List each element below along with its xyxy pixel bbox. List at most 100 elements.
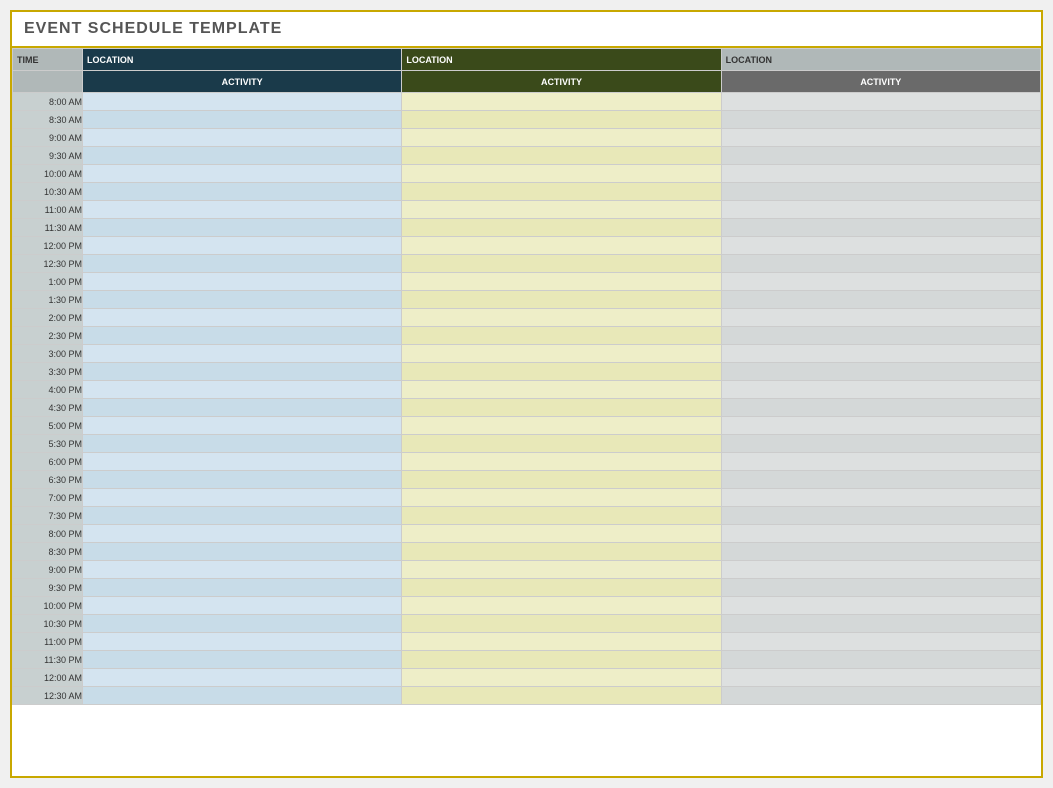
activity-cell-1[interactable]: [83, 417, 402, 435]
activity-cell-1[interactable]: [83, 345, 402, 363]
activity-cell-3[interactable]: [721, 309, 1040, 327]
activity-cell-3[interactable]: [721, 165, 1040, 183]
activity-cell-2[interactable]: [402, 111, 721, 129]
activity-cell-3[interactable]: [721, 561, 1040, 579]
activity-cell-2[interactable]: [402, 633, 721, 651]
activity-cell-2[interactable]: [402, 129, 721, 147]
activity-cell-2[interactable]: [402, 597, 721, 615]
activity-cell-2[interactable]: [402, 93, 721, 111]
activity-cell-2[interactable]: [402, 669, 721, 687]
activity-cell-3[interactable]: [721, 687, 1040, 705]
activity-cell-3[interactable]: [721, 327, 1040, 345]
activity-cell-2[interactable]: [402, 273, 721, 291]
activity-cell-3[interactable]: [721, 129, 1040, 147]
activity-cell-3[interactable]: [721, 633, 1040, 651]
activity-cell-3[interactable]: [721, 273, 1040, 291]
activity-cell-1[interactable]: [83, 633, 402, 651]
activity-cell-1[interactable]: [83, 525, 402, 543]
activity-cell-3[interactable]: [721, 651, 1040, 669]
activity-cell-2[interactable]: [402, 183, 721, 201]
activity-cell-2[interactable]: [402, 147, 721, 165]
activity-cell-1[interactable]: [83, 597, 402, 615]
activity-cell-3[interactable]: [721, 507, 1040, 525]
activity-cell-1[interactable]: [83, 93, 402, 111]
activity-cell-2[interactable]: [402, 291, 721, 309]
activity-cell-3[interactable]: [721, 291, 1040, 309]
activity-cell-3[interactable]: [721, 381, 1040, 399]
activity-cell-2[interactable]: [402, 507, 721, 525]
activity-cell-2[interactable]: [402, 471, 721, 489]
activity-cell-3[interactable]: [721, 453, 1040, 471]
activity-cell-3[interactable]: [721, 237, 1040, 255]
activity-cell-2[interactable]: [402, 579, 721, 597]
activity-cell-3[interactable]: [721, 255, 1040, 273]
activity-cell-1[interactable]: [83, 579, 402, 597]
activity-cell-2[interactable]: [402, 615, 721, 633]
activity-cell-2[interactable]: [402, 327, 721, 345]
activity-cell-2[interactable]: [402, 165, 721, 183]
activity-cell-1[interactable]: [83, 615, 402, 633]
activity-cell-1[interactable]: [83, 165, 402, 183]
activity-cell-3[interactable]: [721, 417, 1040, 435]
activity-cell-1[interactable]: [83, 651, 402, 669]
activity-cell-1[interactable]: [83, 129, 402, 147]
activity-cell-1[interactable]: [83, 669, 402, 687]
activity-cell-1[interactable]: [83, 273, 402, 291]
activity-cell-1[interactable]: [83, 507, 402, 525]
activity-cell-1[interactable]: [83, 399, 402, 417]
activity-cell-3[interactable]: [721, 597, 1040, 615]
activity-cell-1[interactable]: [83, 453, 402, 471]
activity-cell-2[interactable]: [402, 435, 721, 453]
activity-cell-3[interactable]: [721, 543, 1040, 561]
activity-cell-1[interactable]: [83, 327, 402, 345]
activity-cell-1[interactable]: [83, 471, 402, 489]
activity-cell-1[interactable]: [83, 561, 402, 579]
activity-cell-2[interactable]: [402, 687, 721, 705]
activity-cell-2[interactable]: [402, 489, 721, 507]
activity-cell-1[interactable]: [83, 489, 402, 507]
activity-cell-3[interactable]: [721, 579, 1040, 597]
activity-cell-3[interactable]: [721, 399, 1040, 417]
activity-cell-3[interactable]: [721, 93, 1040, 111]
activity-cell-2[interactable]: [402, 651, 721, 669]
activity-cell-1[interactable]: [83, 219, 402, 237]
activity-cell-2[interactable]: [402, 525, 721, 543]
activity-cell-2[interactable]: [402, 309, 721, 327]
activity-cell-3[interactable]: [721, 345, 1040, 363]
activity-cell-1[interactable]: [83, 237, 402, 255]
activity-cell-2[interactable]: [402, 417, 721, 435]
activity-cell-1[interactable]: [83, 363, 402, 381]
activity-cell-2[interactable]: [402, 399, 721, 417]
activity-cell-1[interactable]: [83, 147, 402, 165]
activity-cell-2[interactable]: [402, 201, 721, 219]
activity-cell-1[interactable]: [83, 381, 402, 399]
activity-cell-2[interactable]: [402, 345, 721, 363]
activity-cell-1[interactable]: [83, 687, 402, 705]
activity-cell-2[interactable]: [402, 363, 721, 381]
activity-cell-3[interactable]: [721, 147, 1040, 165]
activity-cell-1[interactable]: [83, 309, 402, 327]
activity-cell-2[interactable]: [402, 543, 721, 561]
activity-cell-1[interactable]: [83, 183, 402, 201]
activity-cell-3[interactable]: [721, 489, 1040, 507]
activity-cell-3[interactable]: [721, 471, 1040, 489]
activity-cell-1[interactable]: [83, 543, 402, 561]
activity-cell-3[interactable]: [721, 435, 1040, 453]
activity-cell-1[interactable]: [83, 201, 402, 219]
activity-cell-3[interactable]: [721, 201, 1040, 219]
activity-cell-2[interactable]: [402, 561, 721, 579]
activity-cell-1[interactable]: [83, 435, 402, 453]
activity-cell-2[interactable]: [402, 255, 721, 273]
activity-cell-3[interactable]: [721, 363, 1040, 381]
activity-cell-2[interactable]: [402, 237, 721, 255]
activity-cell-1[interactable]: [83, 291, 402, 309]
activity-cell-3[interactable]: [721, 183, 1040, 201]
activity-cell-2[interactable]: [402, 381, 721, 399]
activity-cell-2[interactable]: [402, 453, 721, 471]
activity-cell-3[interactable]: [721, 615, 1040, 633]
activity-cell-3[interactable]: [721, 219, 1040, 237]
activity-cell-3[interactable]: [721, 111, 1040, 129]
activity-cell-1[interactable]: [83, 111, 402, 129]
activity-cell-3[interactable]: [721, 669, 1040, 687]
activity-cell-3[interactable]: [721, 525, 1040, 543]
